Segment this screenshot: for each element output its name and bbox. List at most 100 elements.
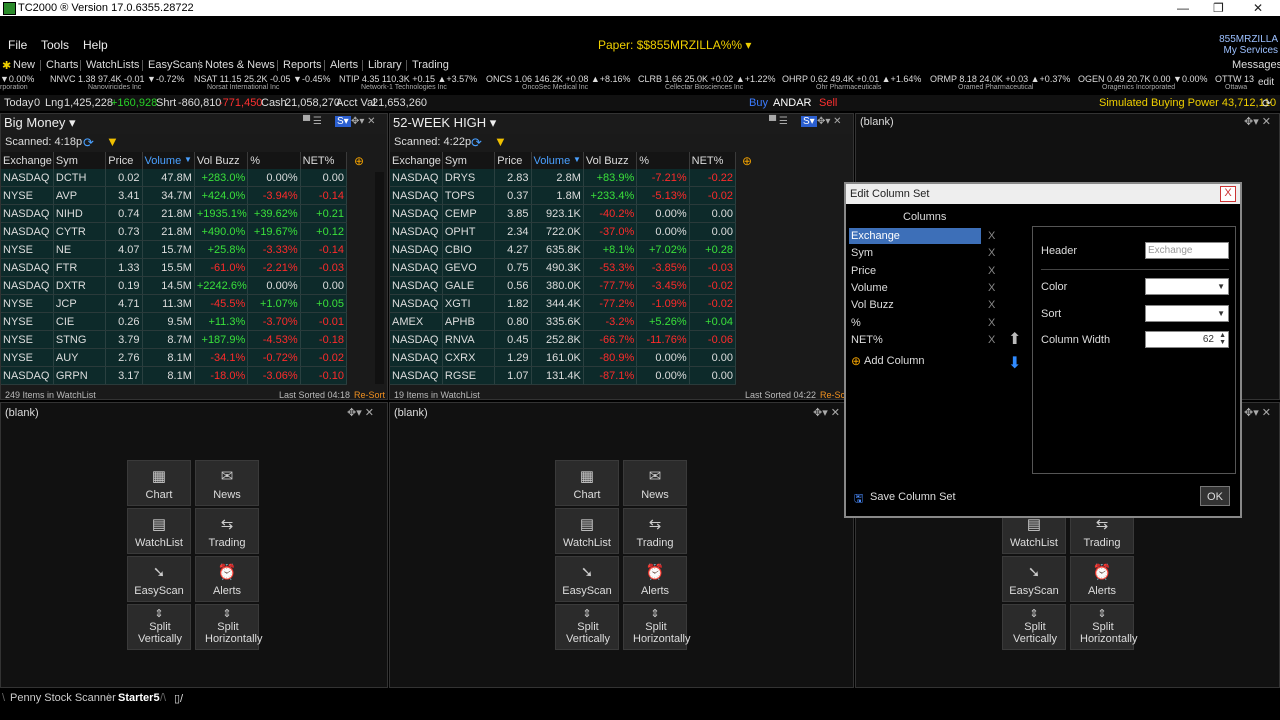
pane-title[interactable]: 52-WEEK HIGH ▾ xyxy=(393,115,496,131)
close-window-button[interactable]: ✕ xyxy=(1253,1,1263,15)
launch-chart-button[interactable]: ▦ Chart xyxy=(127,460,191,506)
move-pane-icon[interactable]: ✥▾ ✕ xyxy=(347,406,374,419)
table-row[interactable]: NASDAQ CBIO 4.27 635.8K +8.1% +7.02% +0.28 xyxy=(390,240,737,259)
column-header[interactable]: Sym xyxy=(53,152,107,169)
launch-watchlist-button[interactable]: ▤ WatchList xyxy=(555,508,619,554)
column-header[interactable]: Exchange xyxy=(1,152,54,169)
launch-trading-button[interactable]: ⇆ Trading xyxy=(195,508,259,554)
column-header[interactable]: % xyxy=(247,152,301,169)
move-pane-icon[interactable]: ✥▾ ✕ xyxy=(1244,406,1271,419)
table-row[interactable]: NASDAQ DXTR 0.19 14.5M +2242.6% 0.00% 0.00 xyxy=(1,276,348,295)
move-up-icon[interactable]: ⬆ xyxy=(1008,329,1021,349)
column-header[interactable]: Sym xyxy=(442,152,496,169)
launch-easyscan-button[interactable]: ➘ EasyScan xyxy=(555,556,619,602)
table-row[interactable]: NYSE NE 4.07 15.7M +25.8% -3.33% -0.14 xyxy=(1,240,348,259)
toolbar-alerts[interactable]: Alerts xyxy=(330,59,358,71)
column-list-item[interactable]: Volume xyxy=(849,280,981,296)
move-pane-icon[interactable]: ✥▾ ✕ xyxy=(1244,115,1271,128)
sort-select[interactable]: ▼ xyxy=(1145,305,1229,322)
column-header[interactable]: Price xyxy=(105,152,143,169)
column-list-item[interactable]: NET% xyxy=(849,332,981,348)
launch-trading-button[interactable]: ⇆ Trading xyxy=(623,508,687,554)
launch-split-vertically-button[interactable]: ⇕ Split Vertically xyxy=(555,604,619,650)
remove-column-button[interactable]: X xyxy=(988,317,995,329)
column-list-item[interactable]: % xyxy=(849,315,981,331)
column-list-item[interactable]: Exchange xyxy=(849,228,981,244)
move-pane-icon[interactable]: ✥▾ ✕ xyxy=(813,406,840,419)
pane-title[interactable]: Big Money ▾ xyxy=(4,115,76,131)
launch-split-horizontally-button[interactable]: ⇕ Split Horizontally xyxy=(623,604,690,650)
rescan-icon[interactable]: ⟳ xyxy=(471,135,482,151)
launch-easyscan-button[interactable]: ➘ EasyScan xyxy=(1002,556,1066,602)
launch-chart-button[interactable]: ▦ Chart xyxy=(555,460,619,506)
table-row[interactable]: NASDAQ TOPS 0.37 1.8M +233.4% -5.13% -0.02 xyxy=(390,186,737,205)
toolbar-notes-news[interactable]: Notes & News xyxy=(205,59,275,71)
column-header[interactable]: NET% xyxy=(689,152,737,169)
launch-watchlist-button[interactable]: ▤ WatchList xyxy=(127,508,191,554)
launch-news-button[interactable]: ✉ News xyxy=(195,460,259,506)
table-row[interactable]: NYSE AUY 2.76 8.1M -34.1% -0.72% -0.02 xyxy=(1,348,348,367)
add-column-icon[interactable]: ⊕ xyxy=(742,154,752,168)
resort-link[interactable]: Re-Sort xyxy=(354,390,385,400)
scrollbar[interactable] xyxy=(375,172,384,384)
toolbar-trading[interactable]: Trading xyxy=(412,59,449,71)
menu-help[interactable]: Help xyxy=(83,38,108,52)
paper-account-selector[interactable]: Paper: $$855MRZILLA%% ▾ xyxy=(598,38,751,52)
filter-icon[interactable]: ▼ xyxy=(494,134,507,149)
ticker-item[interactable]: OTTW 13 Ottawa xyxy=(1215,74,1254,91)
remove-column-button[interactable]: X xyxy=(988,265,995,277)
toolbar-easyscans[interactable]: EasyScans xyxy=(148,59,203,71)
toolbar-reports[interactable]: Reports xyxy=(283,59,322,71)
table-row[interactable]: NASDAQ RNVA 0.45 252.8K -66.7% -11.76% -0.06 xyxy=(390,330,737,349)
column-header[interactable]: % xyxy=(636,152,690,169)
table-row[interactable]: NASDAQ CEMP 3.85 923.1K -40.2% 0.00% 0.00 xyxy=(390,204,737,223)
ticker-item[interactable]: ▼0.00% rporation xyxy=(0,74,34,91)
ticker-tape[interactable]: ▼0.00% rporation NNVC 1.38 97.4K -0.01 ▼-… xyxy=(0,74,1280,92)
move-pane-icon[interactable]: ✥▾ ✕ xyxy=(351,116,376,127)
header-input[interactable]: Exchange xyxy=(1145,242,1229,259)
table-row[interactable]: NASDAQ GALE 0.56 380.0K -77.7% -3.45% -0.02 xyxy=(390,276,737,295)
ticker-item[interactable]: NNVC 1.38 97.4K -0.01 ▼-0.72% Nanoviricid… xyxy=(50,74,184,91)
menu-file[interactable]: File xyxy=(8,38,27,52)
column-list-item[interactable]: Sym xyxy=(849,245,981,261)
ticker-item[interactable]: OHRP 0.62 49.4K +0.01 ▲+1.64% Ohr Pharmac… xyxy=(782,74,921,91)
rescan-icon[interactable]: ⟳ xyxy=(83,135,94,151)
minimize-button[interactable]: — xyxy=(1177,1,1189,15)
ticker-item[interactable]: OGEN 0.49 20.7K 0.00 ▼0.00% Oragenics Inc… xyxy=(1078,74,1208,91)
column-header[interactable]: Vol Buzz xyxy=(583,152,638,169)
tab-penny-stock-scanner[interactable]: Penny Stock Scanner xyxy=(10,692,116,704)
launch-alerts-button[interactable]: ⏰ Alerts xyxy=(195,556,259,602)
table-row[interactable]: NASDAQ CYTR 0.73 21.8M +490.0% +19.67% +0.12 xyxy=(1,222,348,241)
launch-split-vertically-button[interactable]: ⇕ Split Vertically xyxy=(1002,604,1066,650)
filter-icon[interactable]: ▼ xyxy=(106,134,119,149)
add-column-button[interactable]: Add Column xyxy=(864,355,925,367)
launch-split-vertically-button[interactable]: ⇕ Split Vertically xyxy=(127,604,191,650)
column-header[interactable]: Volume ▼ xyxy=(531,152,584,169)
toolbar-library[interactable]: Library xyxy=(368,59,402,71)
column-header[interactable]: Exchange xyxy=(390,152,443,169)
remove-column-button[interactable]: X xyxy=(988,230,995,242)
table-row[interactable]: NASDAQ DCTH 0.02 47.8M +283.0% 0.00% 0.00 xyxy=(1,169,348,187)
remove-column-button[interactable]: X xyxy=(988,282,995,294)
launch-easyscan-button[interactable]: ➘ EasyScan xyxy=(127,556,191,602)
toolbar-watchlists[interactable]: WatchLists xyxy=(86,59,139,71)
table-row[interactable]: NASDAQ NIHD 0.74 21.8M +1935.1% +39.62% +0.21 xyxy=(1,204,348,223)
column-header[interactable]: NET% xyxy=(300,152,348,169)
table-row[interactable]: NASDAQ GEVO 0.75 490.3K -53.3% -3.85% -0.03 xyxy=(390,258,737,277)
column-header[interactable]: Volume ▼ xyxy=(142,152,195,169)
table-row[interactable]: NASDAQ DRYS 2.83 2.8M +83.9% -7.21% -0.22 xyxy=(390,169,737,187)
pane-menu-icon[interactable]: ▀ ☰ xyxy=(769,116,788,127)
toolbar-charts[interactable]: Charts xyxy=(46,59,78,71)
table-row[interactable]: NASDAQ OPHT 2.34 722.0K -37.0% 0.00% 0.00 xyxy=(390,222,737,241)
menu-tools[interactable]: Tools xyxy=(41,38,69,52)
column-list-item[interactable]: Price xyxy=(849,263,981,279)
color-select[interactable]: ▼ xyxy=(1145,278,1229,295)
launch-alerts-button[interactable]: ⏰ Alerts xyxy=(623,556,687,602)
remove-column-button[interactable]: X xyxy=(988,299,995,311)
messages-link[interactable]: Messages xyxy=(1232,59,1280,71)
remove-column-button[interactable]: X xyxy=(988,247,995,259)
sell-button[interactable]: Sell xyxy=(819,97,837,109)
launch-split-horizontally-button[interactable]: ⇕ Split Horizontally xyxy=(1070,604,1137,650)
launch-news-button[interactable]: ✉ News xyxy=(623,460,687,506)
buy-button[interactable]: Buy xyxy=(749,97,768,109)
